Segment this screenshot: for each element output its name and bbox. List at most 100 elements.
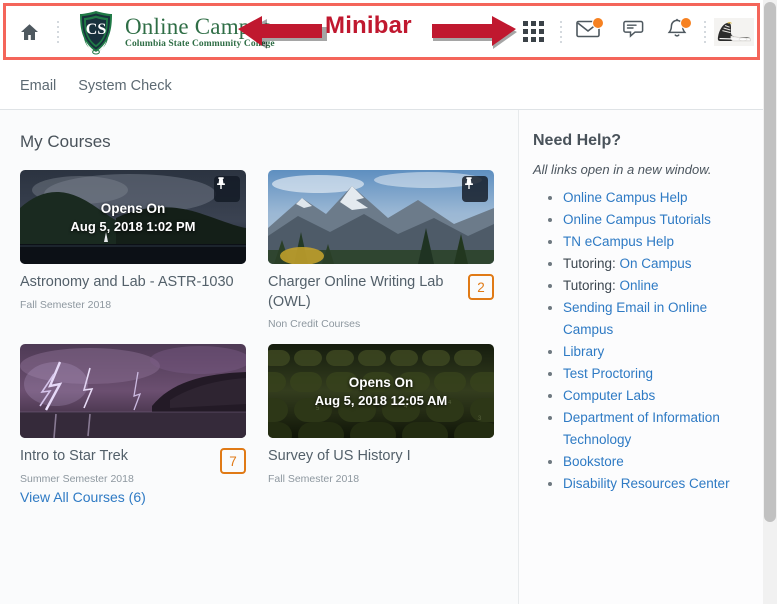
mountain-range-daylight-image — [268, 170, 494, 264]
help-link[interactable]: Computer Labs — [563, 388, 655, 403]
opens-on-label: Opens On — [100, 200, 166, 216]
need-help-note: All links open in a new window. — [533, 162, 712, 177]
view-all-courses-link[interactable]: View All Courses (6) — [20, 489, 146, 505]
subscription-alerts-button[interactable] — [611, 9, 655, 55]
course-card-meta: Survey of US History I Fall Semester 201… — [268, 438, 494, 485]
course-card-text: Intro to Star Trek Summer Semester 2018 — [20, 447, 220, 485]
course-card-text: Astronomy and Lab - ASTR-1030 Fall Semes… — [20, 273, 246, 311]
brand-logo-link[interactable]: CS Online Campus Columbia State Communit… — [74, 9, 275, 55]
minibar-separator-mid — [555, 17, 567, 47]
personal-menu-button[interactable] — [711, 9, 757, 55]
minibar-region: CS Online Campus Columbia State Communit… — [0, 0, 763, 62]
help-link[interactable]: Bookstore — [563, 454, 624, 469]
list-item: Computer Labs — [563, 385, 749, 407]
course-title[interactable]: Survey of US History I — [268, 447, 488, 467]
help-link[interactable]: On Campus — [620, 256, 692, 271]
minibar-separator-right — [699, 17, 711, 47]
course-card-meta: Intro to Star Trek Summer Semester 2018 … — [20, 438, 246, 485]
minibar: CS Online Campus Columbia State Communit… — [6, 6, 757, 57]
course-card-text: Survey of US History I Fall Semester 201… — [268, 447, 494, 485]
course-card[interactable]: Intro to Star Trek Summer Semester 2018 … — [20, 344, 246, 507]
need-help-panel: Need Help? All links open in a new windo… — [518, 110, 763, 604]
course-card-meta: Charger Online Writing Lab (OWL) Non Cre… — [268, 264, 494, 330]
help-link[interactable]: TN eCampus Help — [563, 234, 674, 249]
course-selector-waffle-icon — [522, 21, 544, 42]
course-notification-badge[interactable]: 2 — [468, 274, 494, 300]
list-item: Sending Email in Online Campus — [563, 297, 749, 341]
pin-course-button[interactable] — [462, 176, 488, 202]
opens-on-date: Aug 5, 2018 12:05 AM — [314, 392, 448, 408]
help-link[interactable]: Department of Information Technology — [563, 410, 720, 447]
help-link[interactable]: Sending Email in Online Campus — [563, 300, 707, 337]
brand-title: Online Campus — [125, 14, 272, 40]
course-card-overlay: Opens On Aug 5, 2018 12:05 AM — [268, 344, 494, 438]
svg-text:CS: CS — [86, 21, 107, 38]
opens-on-label: Opens On — [348, 374, 414, 390]
list-item: Test Proctoring — [563, 363, 749, 385]
list-item: Bookstore — [563, 451, 749, 473]
columbia-state-shield-logo-icon: CS — [74, 9, 118, 55]
link-prefix: Tutoring: — [563, 256, 620, 271]
minibar-separator-left — [52, 17, 64, 47]
my-courses-title: My Courses — [20, 132, 111, 151]
course-card-image[interactable]: Opens On Aug 5, 2018 1:02 PM — [20, 170, 246, 264]
page-root: CS Online Campus Columbia State Communit… — [0, 0, 777, 604]
help-link[interactable]: Online Campus Help — [563, 190, 688, 205]
list-item: Library — [563, 341, 749, 363]
course-card[interactable]: Opens On Aug 5, 2018 1:02 PM Astronomy a… — [20, 170, 246, 330]
minibar-icon-group — [511, 9, 757, 55]
course-semester: Summer Semester 2018 — [20, 472, 134, 485]
need-help-link-list: Online Campus Help Online Campus Tutoria… — [533, 187, 749, 495]
list-item: Disability Resources Center — [563, 473, 749, 495]
page-scrollbar-track[interactable] — [763, 0, 777, 604]
page-scrollbar-thumb[interactable] — [764, 2, 776, 522]
help-link[interactable]: Library — [563, 344, 604, 359]
course-notification-badge[interactable]: 7 — [220, 448, 246, 475]
home-button[interactable] — [6, 6, 52, 57]
course-card[interactable]: Charger Online Writing Lab (OWL) Non Cre… — [268, 170, 494, 330]
pin-course-button[interactable] — [214, 176, 240, 202]
course-title[interactable]: Intro to Star Trek — [20, 447, 214, 467]
course-title[interactable]: Astronomy and Lab - ASTR-1030 — [20, 273, 240, 293]
nav-item-system-check[interactable]: System Check — [78, 78, 171, 94]
help-link[interactable]: Online Campus Tutorials — [563, 212, 711, 227]
brand-text: Online Campus Columbia State Community C… — [125, 13, 275, 50]
profile-avatar — [714, 17, 754, 46]
navbar: Email System Check — [0, 62, 763, 110]
course-card-image[interactable] — [268, 170, 494, 264]
subscription-alerts-icon — [621, 19, 645, 45]
course-selector-waffle-button[interactable] — [511, 9, 555, 55]
list-item: TN eCampus Help — [563, 231, 749, 253]
course-card-meta: Astronomy and Lab - ASTR-1030 Fall Semes… — [20, 264, 246, 311]
course-card-overlay: Opens On Aug 5, 2018 1:02 PM — [20, 170, 246, 264]
brand-subtitle: Columbia State Community College — [125, 39, 275, 50]
update-alerts-badge — [680, 16, 692, 29]
lightning-storm-coast-image — [20, 344, 246, 439]
my-courses-panel: My Courses Opens On Aug 5, 2018 1:02 PM … — [0, 110, 518, 604]
email-badge — [592, 16, 604, 29]
main-content: My Courses Opens On Aug 5, 2018 1:02 PM … — [0, 110, 763, 604]
list-item: Tutoring: Online — [563, 275, 749, 297]
help-link[interactable]: Disability Resources Center — [563, 476, 730, 491]
link-prefix: Tutoring: — [563, 278, 620, 293]
list-item: Tutoring: On Campus — [563, 253, 749, 275]
nav-item-email[interactable]: Email — [20, 78, 56, 94]
email-button[interactable] — [567, 9, 611, 55]
course-semester: Fall Semester 2018 — [268, 472, 360, 485]
home-icon — [20, 23, 39, 41]
need-help-title: Need Help? — [533, 132, 622, 149]
list-item: Online Campus Help — [563, 187, 749, 209]
course-card-text: Charger Online Writing Lab (OWL) Non Cre… — [268, 273, 468, 330]
help-link[interactable]: Test Proctoring — [563, 366, 653, 381]
update-alerts-button[interactable] — [655, 9, 699, 55]
course-card-image[interactable]: 5443 Opens On Aug 5, 2018 12:05 AM — [268, 344, 494, 439]
help-link[interactable]: Online — [620, 278, 659, 293]
course-card-image[interactable] — [20, 344, 246, 439]
list-item: Department of Information Technology — [563, 407, 749, 451]
course-card[interactable]: 5443 Opens On Aug 5, 2018 12:05 AM Surve… — [268, 344, 494, 507]
course-semester: Fall Semester 2018 — [20, 298, 112, 311]
list-item: Online Campus Tutorials — [563, 209, 749, 231]
course-semester: Non Credit Courses — [268, 318, 361, 331]
opens-on-date: Aug 5, 2018 1:02 PM — [70, 218, 196, 234]
course-title[interactable]: Charger Online Writing Lab (OWL) — [268, 273, 462, 312]
